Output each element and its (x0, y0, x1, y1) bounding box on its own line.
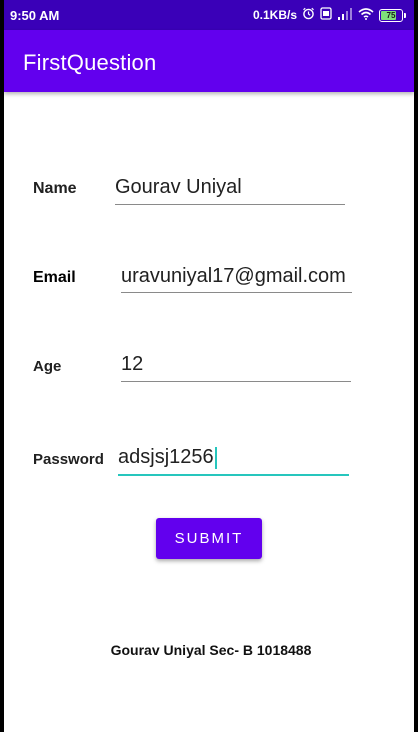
app-title: FirstQuestion (23, 50, 157, 75)
status-bar: 9:50 AM 0.1KB/s 75 (0, 0, 418, 30)
signal-icon (337, 7, 353, 23)
text-cursor (214, 446, 217, 469)
submit-button[interactable]: SUBMIT (156, 518, 262, 559)
password-value: adsjsj1256 (118, 446, 214, 468)
password-label: Password (33, 451, 104, 468)
password-field[interactable]: adsjsj1256 (118, 446, 349, 476)
age-value: 12 (121, 353, 144, 375)
sim-icon (320, 7, 332, 23)
email-label: Email (33, 269, 76, 286)
battery-level: 75 (386, 10, 396, 20)
left-edge (0, 0, 4, 732)
battery-icon: 75 (379, 8, 406, 22)
email-value: uravuniyal17@gmail.com (121, 265, 346, 287)
app-bar: FirstQuestion (4, 30, 414, 92)
email-field[interactable]: uravuniyal17@gmail.com (121, 265, 352, 293)
age-label: Age (33, 358, 62, 375)
wifi-icon (358, 7, 374, 23)
age-field[interactable]: 12 (121, 353, 351, 382)
name-label: Name (33, 180, 77, 197)
alarm-icon (302, 7, 315, 23)
footer-text: Gourav Uniyal Sec- B 1018488 (110, 642, 312, 658)
status-icons: 0.1KB/s 75 (253, 7, 406, 23)
status-time: 9:50 AM (10, 8, 60, 23)
name-value: Gourav Uniyal (115, 176, 242, 198)
right-edge (414, 0, 418, 732)
app-screen: 9:50 AM 0.1KB/s 75 FirstQuestion Name Go… (0, 0, 418, 732)
network-speed: 0.1KB/s (252, 8, 297, 22)
name-field[interactable]: Gourav Uniyal (115, 176, 345, 205)
